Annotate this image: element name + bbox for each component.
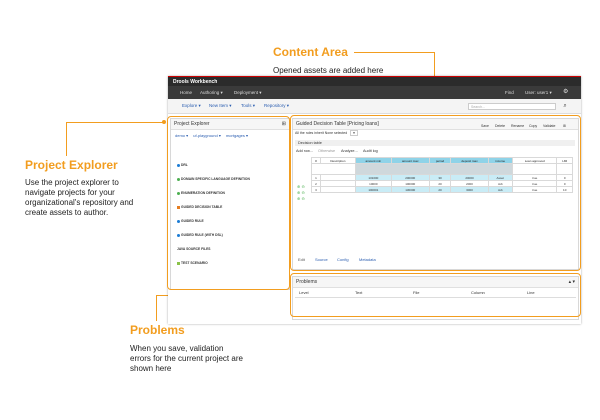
problems-highlight <box>290 273 581 317</box>
menu-tools[interactable]: Tools ▾ <box>241 99 255 113</box>
nav-home[interactable]: Home <box>180 86 192 99</box>
project-explorer-callout-text: Use the project explorer to navigate pro… <box>25 178 175 218</box>
project-explorer-callout-line-4: create assets to author. <box>25 208 109 217</box>
nav-authoring[interactable]: Authoring ▾ <box>200 86 223 99</box>
problems-callout-line-vertical <box>156 295 157 321</box>
project-explorer-callout-line-vertical <box>66 122 67 156</box>
menu-repository[interactable]: Repository ▾ <box>264 99 289 113</box>
main-nav: Home Authoring ▾ Deployment ▾ Find User:… <box>168 86 581 99</box>
project-explorer-callout-title: Project Explorer <box>25 158 118 172</box>
search-input[interactable]: Search... <box>468 103 556 110</box>
menu-explore[interactable]: Explore ▾ <box>182 99 201 113</box>
content-area-highlight <box>290 115 581 271</box>
content-area-callout-text: Opened assets are added here <box>273 66 384 75</box>
search-icon[interactable]: ⌕ <box>560 102 570 111</box>
problems-callout-title: Problems <box>130 323 185 337</box>
problems-callout-line-1: When you save, validation <box>130 344 224 353</box>
problems-callout-line-3: shown here <box>130 364 172 373</box>
nav-user[interactable]: User: user1 ▾ <box>525 86 552 99</box>
content-area-callout-title: Content Area <box>273 45 348 59</box>
project-explorer-callout-dot <box>162 120 166 124</box>
project-explorer-callout-line-1: Use the project explorer to <box>25 178 119 187</box>
project-explorer-highlight <box>167 116 290 290</box>
nav-deployment[interactable]: Deployment ▾ <box>234 86 262 99</box>
project-explorer-callout-line <box>66 122 164 123</box>
gear-icon[interactable]: ⚙ <box>563 86 568 99</box>
problems-callout-line-2: errors for the current project are <box>130 354 243 363</box>
app-title-bar: Drools Workbench <box>168 76 581 86</box>
project-explorer-callout-line-3: organizational's repository and <box>25 198 134 207</box>
menu-new-item[interactable]: New Item ▾ <box>209 99 232 113</box>
project-explorer-callout-line-2: navigate projects for your <box>25 188 115 197</box>
problems-callout-text: When you save, validation errors for the… <box>130 344 290 374</box>
nav-find[interactable]: Find <box>505 86 514 99</box>
content-area-callout-line <box>354 52 434 53</box>
